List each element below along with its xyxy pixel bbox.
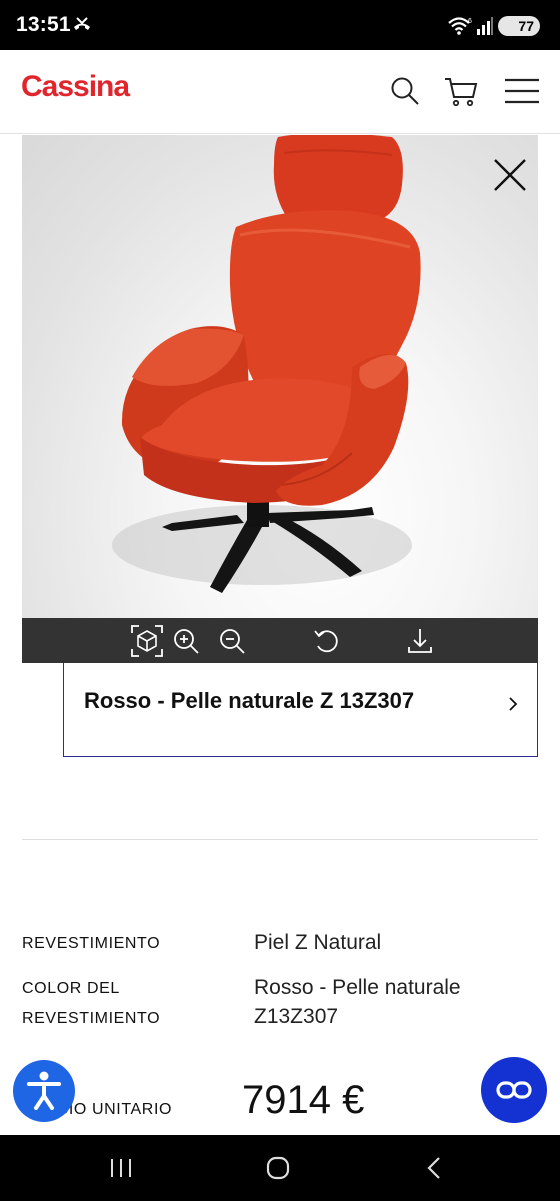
svg-text:6: 6: [468, 18, 472, 25]
variant-label: Rosso - Pelle naturale Z 13Z307: [84, 688, 415, 713]
back-icon[interactable]: [420, 1155, 450, 1181]
variant-selector[interactable]: Rosso - Pelle naturale Z 13Z307: [63, 663, 538, 757]
spec-color-label-line1: COLOR DEL: [22, 980, 120, 997]
status-bar: 13:51 6 77: [0, 0, 560, 50]
ar-cube-icon[interactable]: [130, 624, 164, 658]
chair-render: [112, 135, 421, 593]
recent-apps-icon[interactable]: [106, 1155, 136, 1181]
spec-covering-label: REVESTIMIENTO: [22, 935, 161, 952]
download-icon[interactable]: [406, 624, 434, 658]
site-header: Cassina: [0, 50, 560, 134]
reset-view-icon[interactable]: [312, 624, 340, 658]
status-time: 13:51: [16, 13, 71, 36]
spec-color-value-line1: Rosso - Pelle naturale: [254, 976, 461, 999]
accessibility-icon: [27, 1071, 61, 1110]
spec-color-value-line2: Z13Z307: [254, 1005, 339, 1028]
menu-icon[interactable]: [504, 76, 540, 106]
product-3d-viewer[interactable]: [22, 135, 538, 618]
accessibility-button[interactable]: [13, 1060, 75, 1122]
zoom-in-icon[interactable]: [172, 624, 200, 658]
battery-indicator: 77: [498, 16, 540, 36]
section-divider: [22, 839, 538, 840]
chevron-right-icon: [509, 697, 518, 711]
viewer-toolbar: [22, 618, 538, 663]
spec-color-label-line2: REVESTIMIENTO: [22, 1010, 161, 1027]
signal-icon: [477, 17, 493, 35]
search-icon[interactable]: [390, 76, 420, 106]
cassina-logo[interactable]: Cassina: [21, 70, 130, 104]
chat-icon: [496, 1081, 532, 1099]
spec-covering-value: Piel Z Natural: [254, 931, 382, 954]
home-icon[interactable]: [263, 1155, 293, 1181]
cart-icon[interactable]: [444, 76, 478, 108]
system-nav-bar: [0, 1135, 560, 1201]
chat-button[interactable]: [481, 1057, 547, 1123]
zoom-out-icon[interactable]: [218, 624, 246, 658]
wifi-icon: 6: [448, 17, 472, 35]
price-value: 7914 €: [242, 1078, 365, 1122]
close-icon[interactable]: [492, 157, 528, 193]
missed-call-icon: [74, 17, 90, 30]
